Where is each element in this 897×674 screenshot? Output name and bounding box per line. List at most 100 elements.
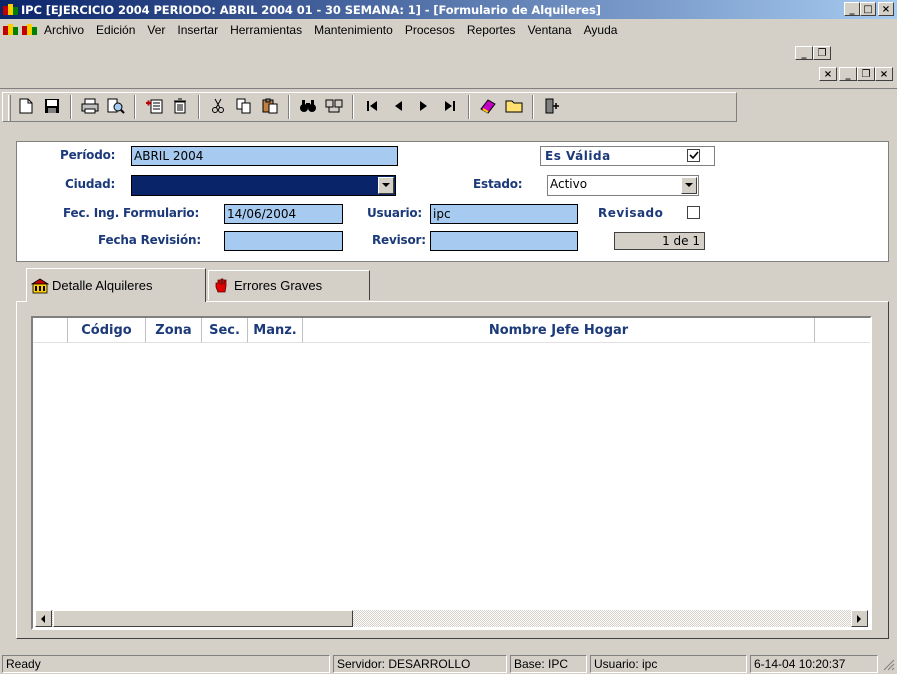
open-folder-button[interactable]: [502, 95, 526, 119]
col-codigo[interactable]: Código: [68, 318, 146, 343]
estado-label: Estado:: [473, 177, 523, 191]
close-icon: ×: [881, 3, 891, 15]
menu-archivo[interactable]: Archivo: [38, 23, 90, 37]
col-filler: [815, 318, 870, 343]
chevron-right-icon: [857, 614, 861, 623]
tab-detalle-alquileres[interactable]: Detalle Alquileres: [26, 268, 206, 302]
menu-mantenimiento[interactable]: Mantenimiento: [308, 23, 399, 37]
app-icon[interactable]: [3, 3, 19, 17]
minimize-button[interactable]: _: [844, 2, 860, 16]
menu-procesos[interactable]: Procesos: [399, 23, 461, 37]
print-icon: [81, 98, 99, 117]
col-nombre-jefe-hogar[interactable]: Nombre Jefe Hogar: [303, 318, 815, 343]
tab-errores-graves[interactable]: Errores Graves: [208, 270, 370, 300]
form-header: Período: ABRIL 2004 Ciudad: Fec. Ing. Fo…: [16, 141, 889, 262]
tab-label: Errores Graves: [234, 278, 323, 293]
find-replace-button[interactable]: [322, 95, 346, 119]
horizontal-scrollbar[interactable]: [35, 610, 868, 627]
find-icon: [299, 98, 317, 117]
menu-edicion[interactable]: Edición: [90, 23, 141, 37]
row-selector-header: [33, 318, 68, 343]
ciudad-label: Ciudad:: [65, 177, 116, 191]
status-datetime: 6-14-04 10:20:37: [750, 655, 878, 673]
next-record-button[interactable]: [412, 95, 436, 119]
resize-grip-icon[interactable]: [883, 659, 895, 671]
window-title-bar[interactable]: IPC [EJERCICIO 2004 PERIODO: ABRIL 2004 …: [0, 0, 897, 19]
last-record-button[interactable]: [438, 95, 462, 119]
previous-record-button[interactable]: [386, 95, 410, 119]
status-base: Base: IPC: [510, 655, 587, 673]
close-button[interactable]: ×: [878, 2, 894, 16]
paste-icon: [262, 98, 278, 117]
delete-icon: [173, 98, 187, 117]
delete-button[interactable]: [168, 95, 192, 119]
save-button[interactable]: [40, 95, 64, 119]
detalle-grid[interactable]: Código Zona Sec. Manz. Nombre Jefe Hogar: [31, 316, 872, 630]
exit-icon: [544, 98, 560, 117]
toolbar-separator: [352, 95, 354, 119]
col-zona[interactable]: Zona: [146, 318, 202, 343]
menu-insertar[interactable]: Insertar: [171, 23, 224, 37]
print-preview-button[interactable]: [104, 95, 128, 119]
status-usuario: Usuario: ipc: [590, 655, 747, 673]
usuario-label: Usuario:: [367, 206, 423, 220]
cut-button[interactable]: [206, 95, 230, 119]
mdi-close-button[interactable]: ×: [819, 67, 837, 81]
new-button[interactable]: [14, 95, 38, 119]
scroll-left-button[interactable]: [35, 610, 52, 627]
toolbar-separator: [532, 95, 534, 119]
col-manz[interactable]: Manz.: [248, 318, 303, 343]
restore-icon: ❐: [861, 68, 871, 80]
scroll-thumb[interactable]: [53, 610, 353, 627]
help-button[interactable]: [476, 95, 500, 119]
es-valida-checkbox[interactable]: [687, 149, 700, 162]
revisor-label: Revisor:: [372, 233, 426, 247]
last-record-icon: [444, 100, 456, 115]
menu-ayuda[interactable]: Ayuda: [578, 23, 624, 37]
checkmark-icon: [688, 151, 699, 160]
menu-ver[interactable]: Ver: [141, 23, 171, 37]
maximize-button[interactable]: □: [860, 2, 876, 16]
paste-button[interactable]: [258, 95, 282, 119]
ciudad-dropdown-button[interactable]: [378, 177, 394, 194]
fecha-revision-field[interactable]: [224, 231, 343, 251]
mdi-minimize-button[interactable]: _: [839, 67, 857, 81]
copy-button[interactable]: [232, 95, 256, 119]
menu-herramientas[interactable]: Herramientas: [224, 23, 308, 37]
find-button[interactable]: [296, 95, 320, 119]
mdi-close-button-2[interactable]: ×: [875, 67, 893, 81]
periodo-field[interactable]: ABRIL 2004: [131, 146, 398, 166]
app-menu-icon[interactable]: [3, 23, 19, 37]
toolbar-grip[interactable]: [8, 95, 11, 121]
menu-ventana[interactable]: Ventana: [522, 23, 578, 37]
estado-combobox[interactable]: Activo: [547, 175, 699, 196]
chevron-down-icon: [382, 183, 390, 187]
es-valida-box[interactable]: Es Válida: [540, 146, 715, 166]
exit-button[interactable]: [540, 95, 564, 119]
revisado-checkbox[interactable]: [687, 206, 700, 219]
usuario-field[interactable]: ipc: [430, 204, 578, 224]
toolbar-separator: [70, 95, 72, 119]
menu-reportes[interactable]: Reportes: [461, 23, 522, 37]
revisado-label: Revisado: [598, 206, 664, 220]
toolbar: [0, 88, 897, 124]
toolbar-separator: [134, 95, 136, 119]
close-icon: ×: [823, 68, 833, 80]
mdi-restore-top-button[interactable]: ❐: [813, 46, 831, 60]
mdi-minimize-top-button[interactable]: _: [795, 46, 813, 60]
ciudad-combobox[interactable]: [131, 175, 396, 196]
revisor-field[interactable]: [430, 231, 578, 251]
col-sec[interactable]: Sec.: [202, 318, 248, 343]
minimize-icon: _: [845, 68, 851, 80]
scroll-right-button[interactable]: [851, 610, 868, 627]
child-window-icon[interactable]: [22, 23, 38, 37]
estado-dropdown-button[interactable]: [681, 177, 697, 194]
fec-ing-field[interactable]: 14/06/2004: [224, 204, 343, 224]
first-record-button[interactable]: [360, 95, 384, 119]
minimize-icon: _: [849, 3, 855, 15]
status-ready: Ready: [2, 655, 330, 673]
mdi-restore-button[interactable]: ❐: [857, 67, 875, 81]
print-button[interactable]: [78, 95, 102, 119]
new-icon: [19, 98, 33, 117]
add-record-button[interactable]: [142, 95, 166, 119]
